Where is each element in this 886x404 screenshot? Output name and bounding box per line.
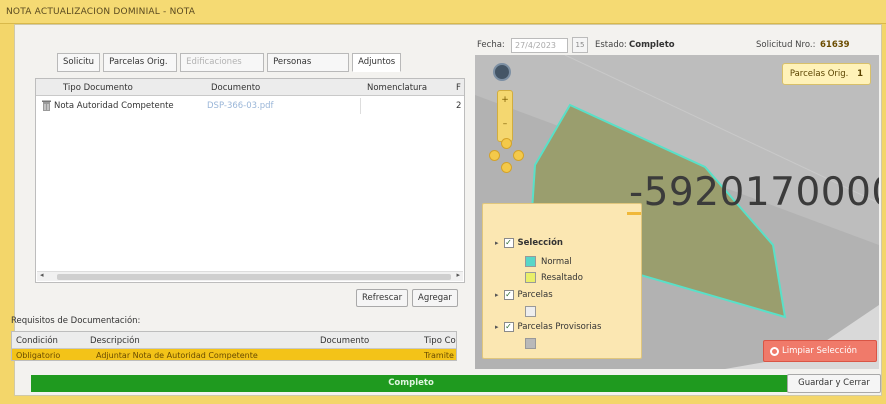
calendar-icon[interactable]: 15: [572, 37, 588, 53]
tab-personas[interactable]: Personas: [267, 53, 350, 72]
column-documento[interactable]: Documento: [211, 83, 260, 93]
legend-resaltado-label: Resaltado: [541, 273, 583, 283]
legend-normal-label: Normal: [541, 257, 572, 267]
estado-label: Estado:: [595, 40, 627, 50]
solicitud-label: Solicitud Nro.:: [756, 40, 816, 50]
status-bar: Completo: [31, 375, 791, 392]
column-documento-req[interactable]: Documento: [320, 336, 369, 346]
legend-resaltado-swatch: [525, 272, 536, 283]
expand-icon[interactable]: ▸: [495, 323, 499, 331]
save-close-button[interactable]: Guardar y Cerrar: [787, 374, 881, 393]
pan-down-icon[interactable]: [501, 162, 512, 173]
parcelas-orig-dropdown[interactable]: Parcelas Orig. 1: [781, 63, 871, 85]
collapse-icon[interactable]: [627, 212, 641, 215]
column-descripcion[interactable]: Descripción: [90, 336, 140, 346]
tab-parcelas-orig[interactable]: Parcelas Orig.: [103, 53, 178, 72]
trash-icon[interactable]: [42, 100, 51, 114]
cell-tipo-documento: Nota Autoridad Competente: [54, 101, 174, 111]
fecha-label: Fecha:: [477, 40, 505, 50]
clear-selection-label: Limpiar Selección: [782, 346, 858, 356]
legend-normal-swatch: [525, 256, 536, 267]
column-condicion[interactable]: Condición: [16, 336, 58, 346]
requirements-grid: Condición Descripción Documento Tipo Co …: [11, 331, 457, 361]
parcelas-swatch: [525, 306, 536, 317]
tab-adjuntos[interactable]: Adjuntos: [352, 53, 402, 72]
cell-descripcion: Adjuntar Nota de Autoridad Competente: [96, 351, 258, 360]
zoom-in-icon[interactable]: +: [498, 95, 512, 105]
solicitud-value: 61639: [820, 40, 850, 50]
scroll-left-icon[interactable]: ◂: [40, 271, 44, 279]
window-title: NOTA ACTUALIZACION DOMINIAL - NOTA: [6, 7, 196, 17]
layer-parcelas-label: Parcelas: [517, 290, 553, 300]
title-bar: NOTA ACTUALIZACION DOMINIAL - NOTA: [0, 0, 886, 24]
pan-left-icon[interactable]: [489, 150, 500, 161]
parcelas-orig-count: 1: [857, 69, 863, 79]
cell-documento-link[interactable]: DSP-366-03.pdf: [207, 101, 274, 111]
layer-seleccion-label: Selección: [517, 238, 563, 248]
horizontal-scrollbar[interactable]: ◂ ▸: [37, 271, 463, 281]
pan-right-icon[interactable]: [513, 150, 524, 161]
cell-divider: [360, 98, 361, 114]
column-nomenclatura[interactable]: Nomenclatura: [367, 83, 427, 93]
layer-provisorias-label: Parcelas Provisorias: [517, 322, 602, 332]
cell-condicion: Obligatorio: [16, 351, 61, 360]
tab-solicitud[interactable]: Solicitu: [57, 53, 101, 72]
checkbox-seleccion[interactable]: ✓: [503, 238, 514, 248]
layer-parcelas-provisorias[interactable]: ▸ ✓ Parcelas Provisorias: [495, 322, 601, 332]
column-tipo-documento[interactable]: Tipo Documento: [63, 83, 133, 93]
grid-header: Tipo Documento Documento Nomenclatura F: [36, 79, 464, 96]
clear-icon: [770, 346, 779, 356]
column-tipo-co[interactable]: Tipo Co: [424, 336, 456, 346]
table-row[interactable]: Obligatorio Adjuntar Nota de Autoridad C…: [12, 349, 456, 360]
cell-tipo: Tramite El: [424, 351, 456, 360]
date-field[interactable]: 27/4/2023: [511, 38, 568, 53]
zoom-out-icon[interactable]: –: [498, 119, 512, 129]
scroll-thumb[interactable]: [57, 274, 451, 280]
tab-bar: Solicitu Parcelas Orig. Edificaciones Pe…: [57, 53, 404, 73]
zoom-control[interactable]: + –: [497, 90, 513, 142]
parcel-number: -5920170000: [629, 170, 879, 215]
note-window: Solicitu Parcelas Orig. Edificaciones Pe…: [11, 24, 882, 396]
clear-selection-button[interactable]: Limpiar Selección: [763, 340, 877, 362]
requirements-header: Condición Descripción Documento Tipo Co: [12, 332, 456, 349]
refresh-button[interactable]: Refrescar: [356, 289, 409, 307]
pan-control[interactable]: [487, 138, 527, 178]
requisitos-label: Requisitos de Documentación:: [11, 316, 141, 326]
expand-icon[interactable]: ▸: [495, 291, 499, 299]
parcelas-orig-label: Parcelas Orig.: [789, 69, 849, 79]
column-f[interactable]: F: [456, 83, 461, 93]
checkbox-parcelas-provisorias[interactable]: ✓: [503, 322, 514, 332]
estado-value: Completo: [629, 40, 675, 50]
layers-panel: ▸ ✓ Selección Normal Resaltado ▸ ✓ Parce…: [482, 203, 642, 359]
pan-up-icon[interactable]: [501, 138, 512, 149]
scroll-right-icon[interactable]: ▸: [456, 271, 460, 279]
layer-parcelas[interactable]: ▸ ✓ Parcelas: [495, 290, 553, 300]
attachments-grid: Tipo Documento Documento Nomenclatura F …: [35, 78, 465, 283]
tab-edificaciones[interactable]: Edificaciones: [180, 53, 265, 72]
cell-f: 2: [456, 101, 462, 111]
provisorias-swatch: [525, 338, 536, 349]
layer-seleccion[interactable]: ▸ ✓ Selección: [495, 238, 563, 248]
globe-icon[interactable]: [493, 63, 511, 81]
table-row[interactable]: Nota Autoridad Competente DSP-366-03.pdf…: [36, 97, 464, 115]
checkbox-parcelas[interactable]: ✓: [503, 290, 514, 300]
expand-icon[interactable]: ▸: [495, 239, 499, 247]
map-view[interactable]: + – Parcelas Orig. 1 -5920170000 ▸ ✓ Sel…: [475, 55, 879, 369]
add-button[interactable]: Agregar: [412, 289, 458, 307]
